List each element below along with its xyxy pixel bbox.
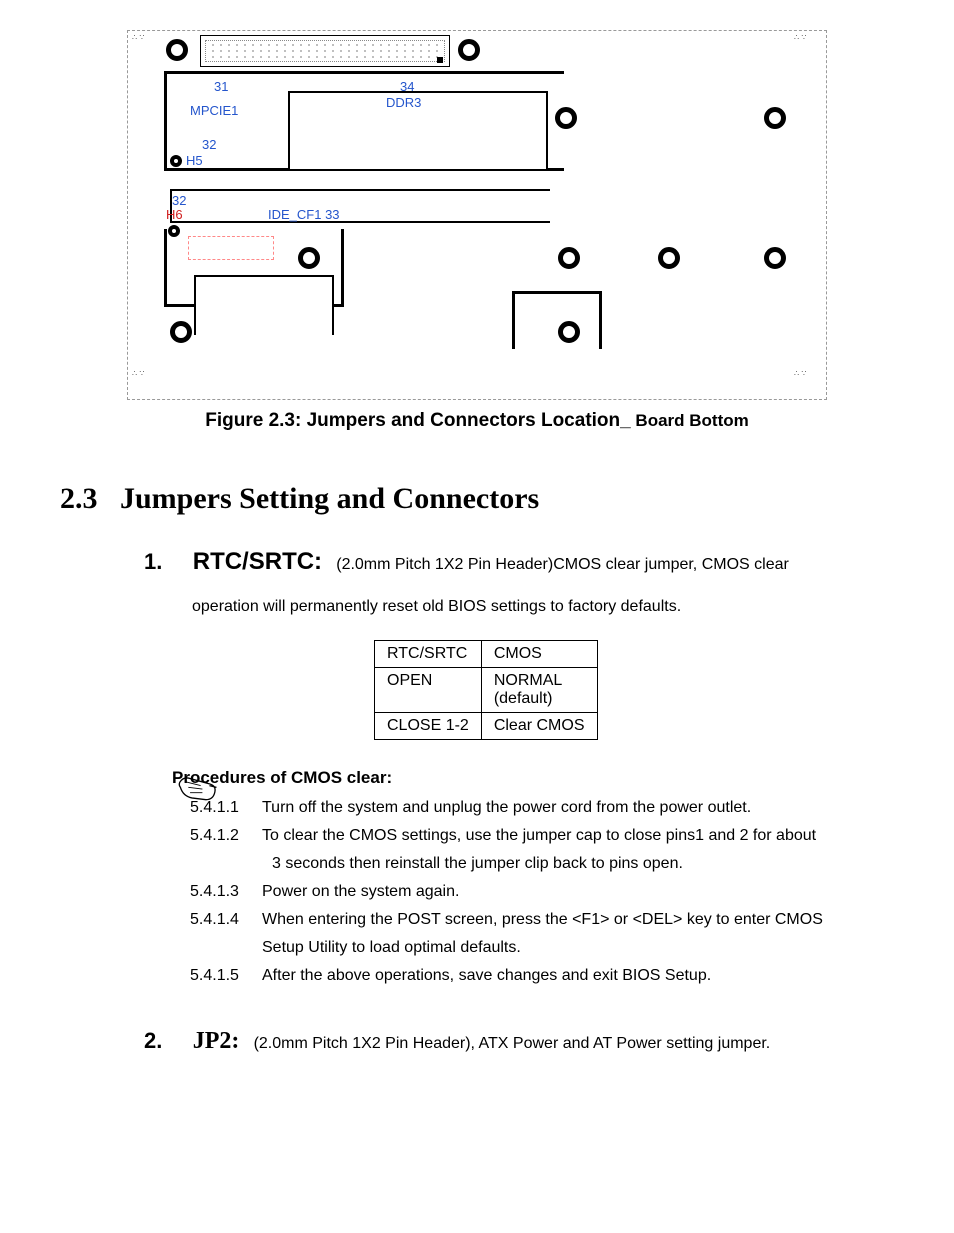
step-text: When entering the POST screen, press the… (262, 906, 894, 934)
hole-icon (558, 247, 580, 269)
label-31: 31 (214, 79, 228, 94)
figure-caption-sub: Board Bottom (631, 411, 749, 430)
label-h6: H6 (166, 207, 183, 222)
hole-icon (166, 39, 188, 61)
label-h5: H5 (186, 153, 203, 168)
item-name: JP2: (193, 1028, 240, 1054)
table-cell: CMOS (481, 641, 597, 668)
label-32b: 32 (172, 193, 186, 208)
hole-icon (658, 247, 680, 269)
procedure-step-cont: Setup Utility to load optimal defaults. (190, 934, 894, 962)
step-spacer (190, 934, 262, 962)
hole-icon (764, 247, 786, 269)
item-desc: (2.0mm Pitch 1X2 Pin Header), ATX Power … (254, 1035, 771, 1052)
section-title: Jumpers Setting and Connectors (120, 482, 539, 515)
step-text: Power on the system again. (262, 878, 894, 906)
dashed-region (188, 236, 274, 260)
small-hole-icon (170, 155, 182, 167)
table-cell: RTC/SRTC (375, 641, 482, 668)
procedure-step: 5.4.1.3 Power on the system again. (190, 878, 894, 906)
corner-dots: ∴ ∵ (794, 33, 822, 61)
outline (170, 189, 550, 223)
table-cell: OPEN (375, 668, 482, 713)
item-number: 1. (144, 542, 188, 582)
label-idecf: IDE_CF1 33 (268, 207, 340, 222)
step-number: 5.4.1.2 (190, 822, 262, 850)
table-cell: NORMAL (default) (481, 668, 597, 713)
pointing-hand-icon (176, 768, 220, 812)
item-heading: 2. JP2: (2.0mm Pitch 1X2 Pin Header), AT… (144, 1020, 894, 1063)
section-heading: 2.3Jumpers Setting and Connectors (60, 482, 894, 516)
top-connector (200, 35, 450, 67)
procedure-step: 5.4.1.4 When entering the POST screen, p… (190, 906, 894, 934)
small-hole-icon (168, 225, 180, 237)
board-diagram: ∴ ∵ ∴ ∵ ∴ ∵ ∴ ∵ 31 MPCIE1 32 H5 34 DDR3 … (127, 30, 827, 400)
table-row: OPEN NORMAL (default) (375, 668, 598, 713)
step-text: Turn off the system and unplug the power… (262, 794, 894, 822)
step-spacer (190, 850, 262, 878)
item-desc: (2.0mm Pitch 1X2 Pin Header)CMOS clear j… (336, 556, 789, 573)
procedure-step: 5.4.1.5 After the above operations, save… (190, 962, 894, 990)
table-row: RTC/SRTC CMOS (375, 641, 598, 668)
table-cell: Clear CMOS (481, 713, 597, 740)
step-number: 5.4.1.4 (190, 906, 262, 934)
label-32: 32 (202, 137, 216, 152)
item-number: 2. (144, 1021, 188, 1061)
step-text: To clear the CMOS settings, use the jump… (262, 822, 894, 850)
step-text: After the above operations, save changes… (262, 962, 894, 990)
procedure-step: 5.4.1.2 To clear the CMOS settings, use … (190, 822, 894, 850)
item-rtc-srtc: 1. RTC/SRTC: (2.0mm Pitch 1X2 Pin Header… (144, 540, 894, 740)
slot (194, 275, 334, 335)
slot (512, 291, 602, 349)
hole-icon (170, 321, 192, 343)
corner-dots: ∴ ∵ (132, 369, 160, 397)
item-name: RTC/SRTC: (193, 548, 322, 575)
item-body: operation will permanently reset old BIO… (192, 593, 894, 620)
step-number: 5.4.1.5 (190, 962, 262, 990)
item-heading: 1. RTC/SRTC: (2.0mm Pitch 1X2 Pin Header… (144, 540, 894, 583)
section-number: 2.3 (60, 482, 120, 516)
hole-icon (764, 107, 786, 129)
corner-dots: ∴ ∵ (132, 33, 160, 61)
table-cell-text: (default) (494, 690, 553, 707)
procedures-list: 5.4.1.1 Turn off the system and unplug t… (190, 794, 894, 990)
corner-dots: ∴ ∵ (794, 369, 822, 397)
rtc-table: RTC/SRTC CMOS OPEN NORMAL (default) CLOS… (374, 640, 598, 740)
label-ddr3: DDR3 (386, 95, 421, 110)
label-34: 34 (400, 79, 414, 94)
procedures-heading: Procedures of CMOS clear: (172, 768, 894, 788)
step-number: 5.4.1.3 (190, 878, 262, 906)
figure-caption-main: Figure 2.3: Jumpers and Connectors Locat… (205, 410, 630, 431)
item-jp2: 2. JP2: (2.0mm Pitch 1X2 Pin Header), AT… (144, 1020, 894, 1063)
step-text: 3 seconds then reinstall the jumper clip… (262, 850, 894, 878)
procedure-step: 5.4.1.1 Turn off the system and unplug t… (190, 794, 894, 822)
table-cell: CLOSE 1-2 (375, 713, 482, 740)
step-text: Setup Utility to load optimal defaults. (262, 934, 894, 962)
table-row: CLOSE 1-2 Clear CMOS (375, 713, 598, 740)
procedure-step-cont: 3 seconds then reinstall the jumper clip… (190, 850, 894, 878)
label-mpcie1: MPCIE1 (190, 103, 238, 118)
hole-icon (458, 39, 480, 61)
table-cell-text: NORMAL (494, 672, 562, 689)
figure-caption: Figure 2.3: Jumpers and Connectors Locat… (60, 410, 894, 432)
